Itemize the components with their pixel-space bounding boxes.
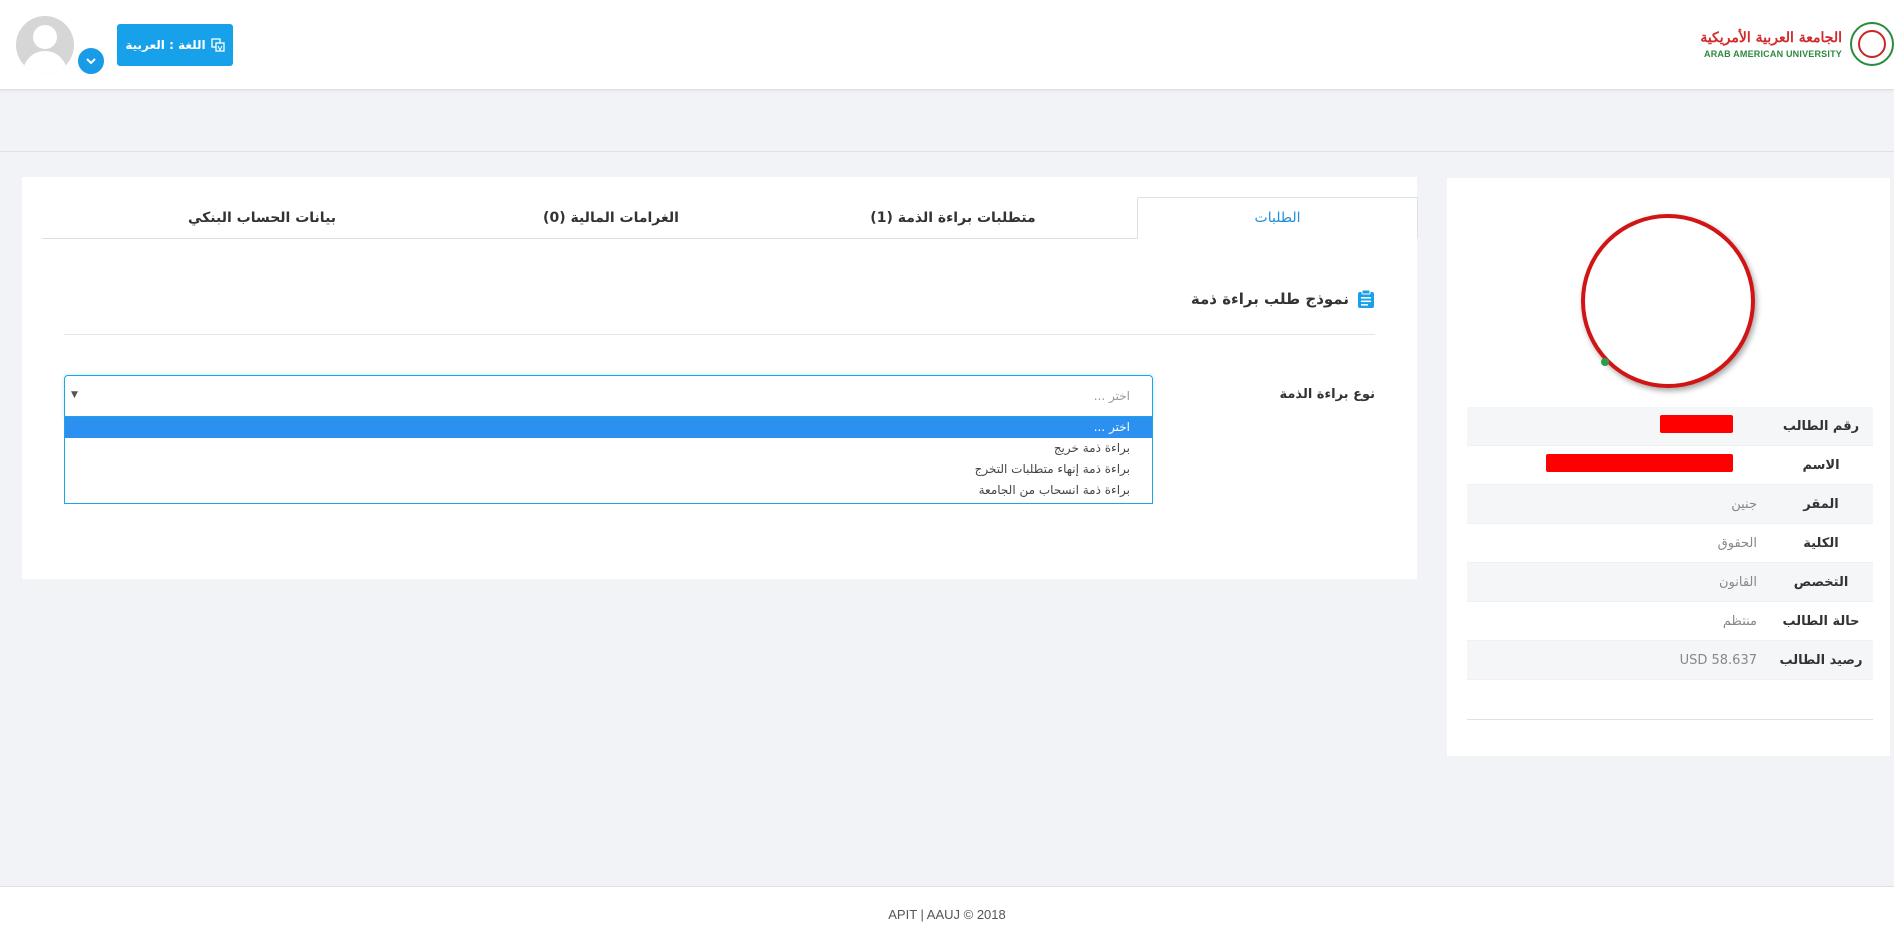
info-row-campus: المقر جنين	[1467, 485, 1873, 524]
info-label: المقر	[1803, 496, 1839, 512]
info-value: جنين	[1731, 496, 1757, 512]
sub-header-bar	[0, 91, 1894, 152]
info-label: رقم الطالب	[1782, 418, 1860, 434]
info-label: الكلية	[1803, 535, 1839, 551]
info-row-status: حالة الطالب منتظم	[1467, 602, 1873, 641]
info-value: القانون	[1719, 574, 1757, 590]
avatar-head-shape	[33, 25, 57, 49]
page-footer: APIT | AAUJ © 2018	[0, 886, 1894, 945]
dropdown-option[interactable]: اختر ...	[65, 417, 1152, 438]
main-content-card: الطلبات متطلبات براءة الذمة (1) الغرامات…	[22, 177, 1418, 579]
status-dot	[1601, 358, 1609, 366]
info-value: منتظم	[1722, 613, 1757, 629]
info-row-balance: رصيد الطالب USD 58.637	[1467, 641, 1873, 680]
chevron-down-icon[interactable]	[76, 46, 106, 76]
tab-requests[interactable]: الطلبات	[1137, 197, 1418, 239]
student-info-table: رقم الطالب الاسم المقر جنين الكلية الحقو…	[1467, 407, 1873, 680]
clearance-type-dropdown: اختر ... براءة ذمة خريج براءة ذمة إنهاء …	[64, 417, 1153, 504]
university-logo[interactable]: الجامعة العربية الأمريكية ARAB AMERICAN …	[1700, 22, 1894, 66]
caret-down-icon[interactable]: ▼	[71, 390, 78, 400]
form-header: نموذج طلب براءة ذمة	[1191, 289, 1375, 309]
clearance-type-select[interactable]: اختر ... ▼	[64, 375, 1153, 417]
tab-bank-account[interactable]: بيانات الحساب البنكي	[122, 197, 402, 239]
info-row-faculty: الكلية الحقوق	[1467, 524, 1873, 563]
select-current-value: اختر ...	[1093, 389, 1130, 403]
logo-english-text: ARAB AMERICAN UNIVERSITY	[1704, 48, 1842, 59]
clearance-type-label: نوع براءة الذمة	[1279, 387, 1376, 402]
dropdown-option[interactable]: براءة ذمة إنهاء متطلبات التخرج	[65, 459, 1152, 480]
redacted-value	[1660, 415, 1733, 433]
info-label: رصيد الطالب	[1779, 652, 1863, 668]
avatar[interactable]	[16, 16, 74, 74]
avatar-body-shape	[23, 51, 67, 74]
redacted-value	[1546, 454, 1733, 472]
info-value: الحقوق	[1717, 535, 1757, 551]
divider	[64, 334, 1375, 335]
user-avatar-menu[interactable]	[16, 16, 106, 76]
dropdown-option[interactable]: براءة ذمة خريج	[65, 438, 1152, 459]
logo-arabic-text: الجامعة العربية الأمريكية	[1700, 29, 1842, 46]
info-value	[1546, 454, 1769, 476]
university-seal-icon	[1850, 22, 1894, 66]
dropdown-option[interactable]: براءة ذمة انسحاب من الجامعة	[65, 480, 1152, 501]
info-row-student-id: رقم الطالب	[1467, 407, 1873, 446]
form-title: نموذج طلب براءة ذمة	[1190, 290, 1349, 308]
info-label: حالة الطالب	[1782, 613, 1860, 629]
info-label: التخصص	[1793, 574, 1849, 590]
tab-bar: الطلبات متطلبات براءة الذمة (1) الغرامات…	[42, 197, 1418, 239]
info-label: الاسم	[1802, 457, 1840, 473]
tab-financial-fines[interactable]: الغرامات المالية (0)	[471, 197, 751, 239]
info-value: USD 58.637	[1679, 652, 1757, 668]
tab-clearance-requirements[interactable]: متطلبات براءة الذمة (1)	[813, 197, 1093, 239]
language-button[interactable]: اللغة : العربية	[117, 24, 233, 66]
language-button-label: اللغة : العربية	[125, 38, 206, 52]
top-header: اللغة : العربية الجامعة العربية الأمريكي…	[0, 0, 1894, 90]
info-row-name: الاسم	[1467, 446, 1873, 485]
clipboard-icon	[1358, 289, 1374, 308]
info-row-major: التخصص القانون	[1467, 563, 1873, 602]
translate-icon	[210, 38, 225, 52]
student-profile-card: رقم الطالب الاسم المقر جنين الكلية الحقو…	[1447, 178, 1890, 756]
info-value	[1660, 415, 1769, 437]
footer-text: APIT | AAUJ © 2018	[888, 907, 1006, 922]
divider	[1467, 719, 1873, 720]
